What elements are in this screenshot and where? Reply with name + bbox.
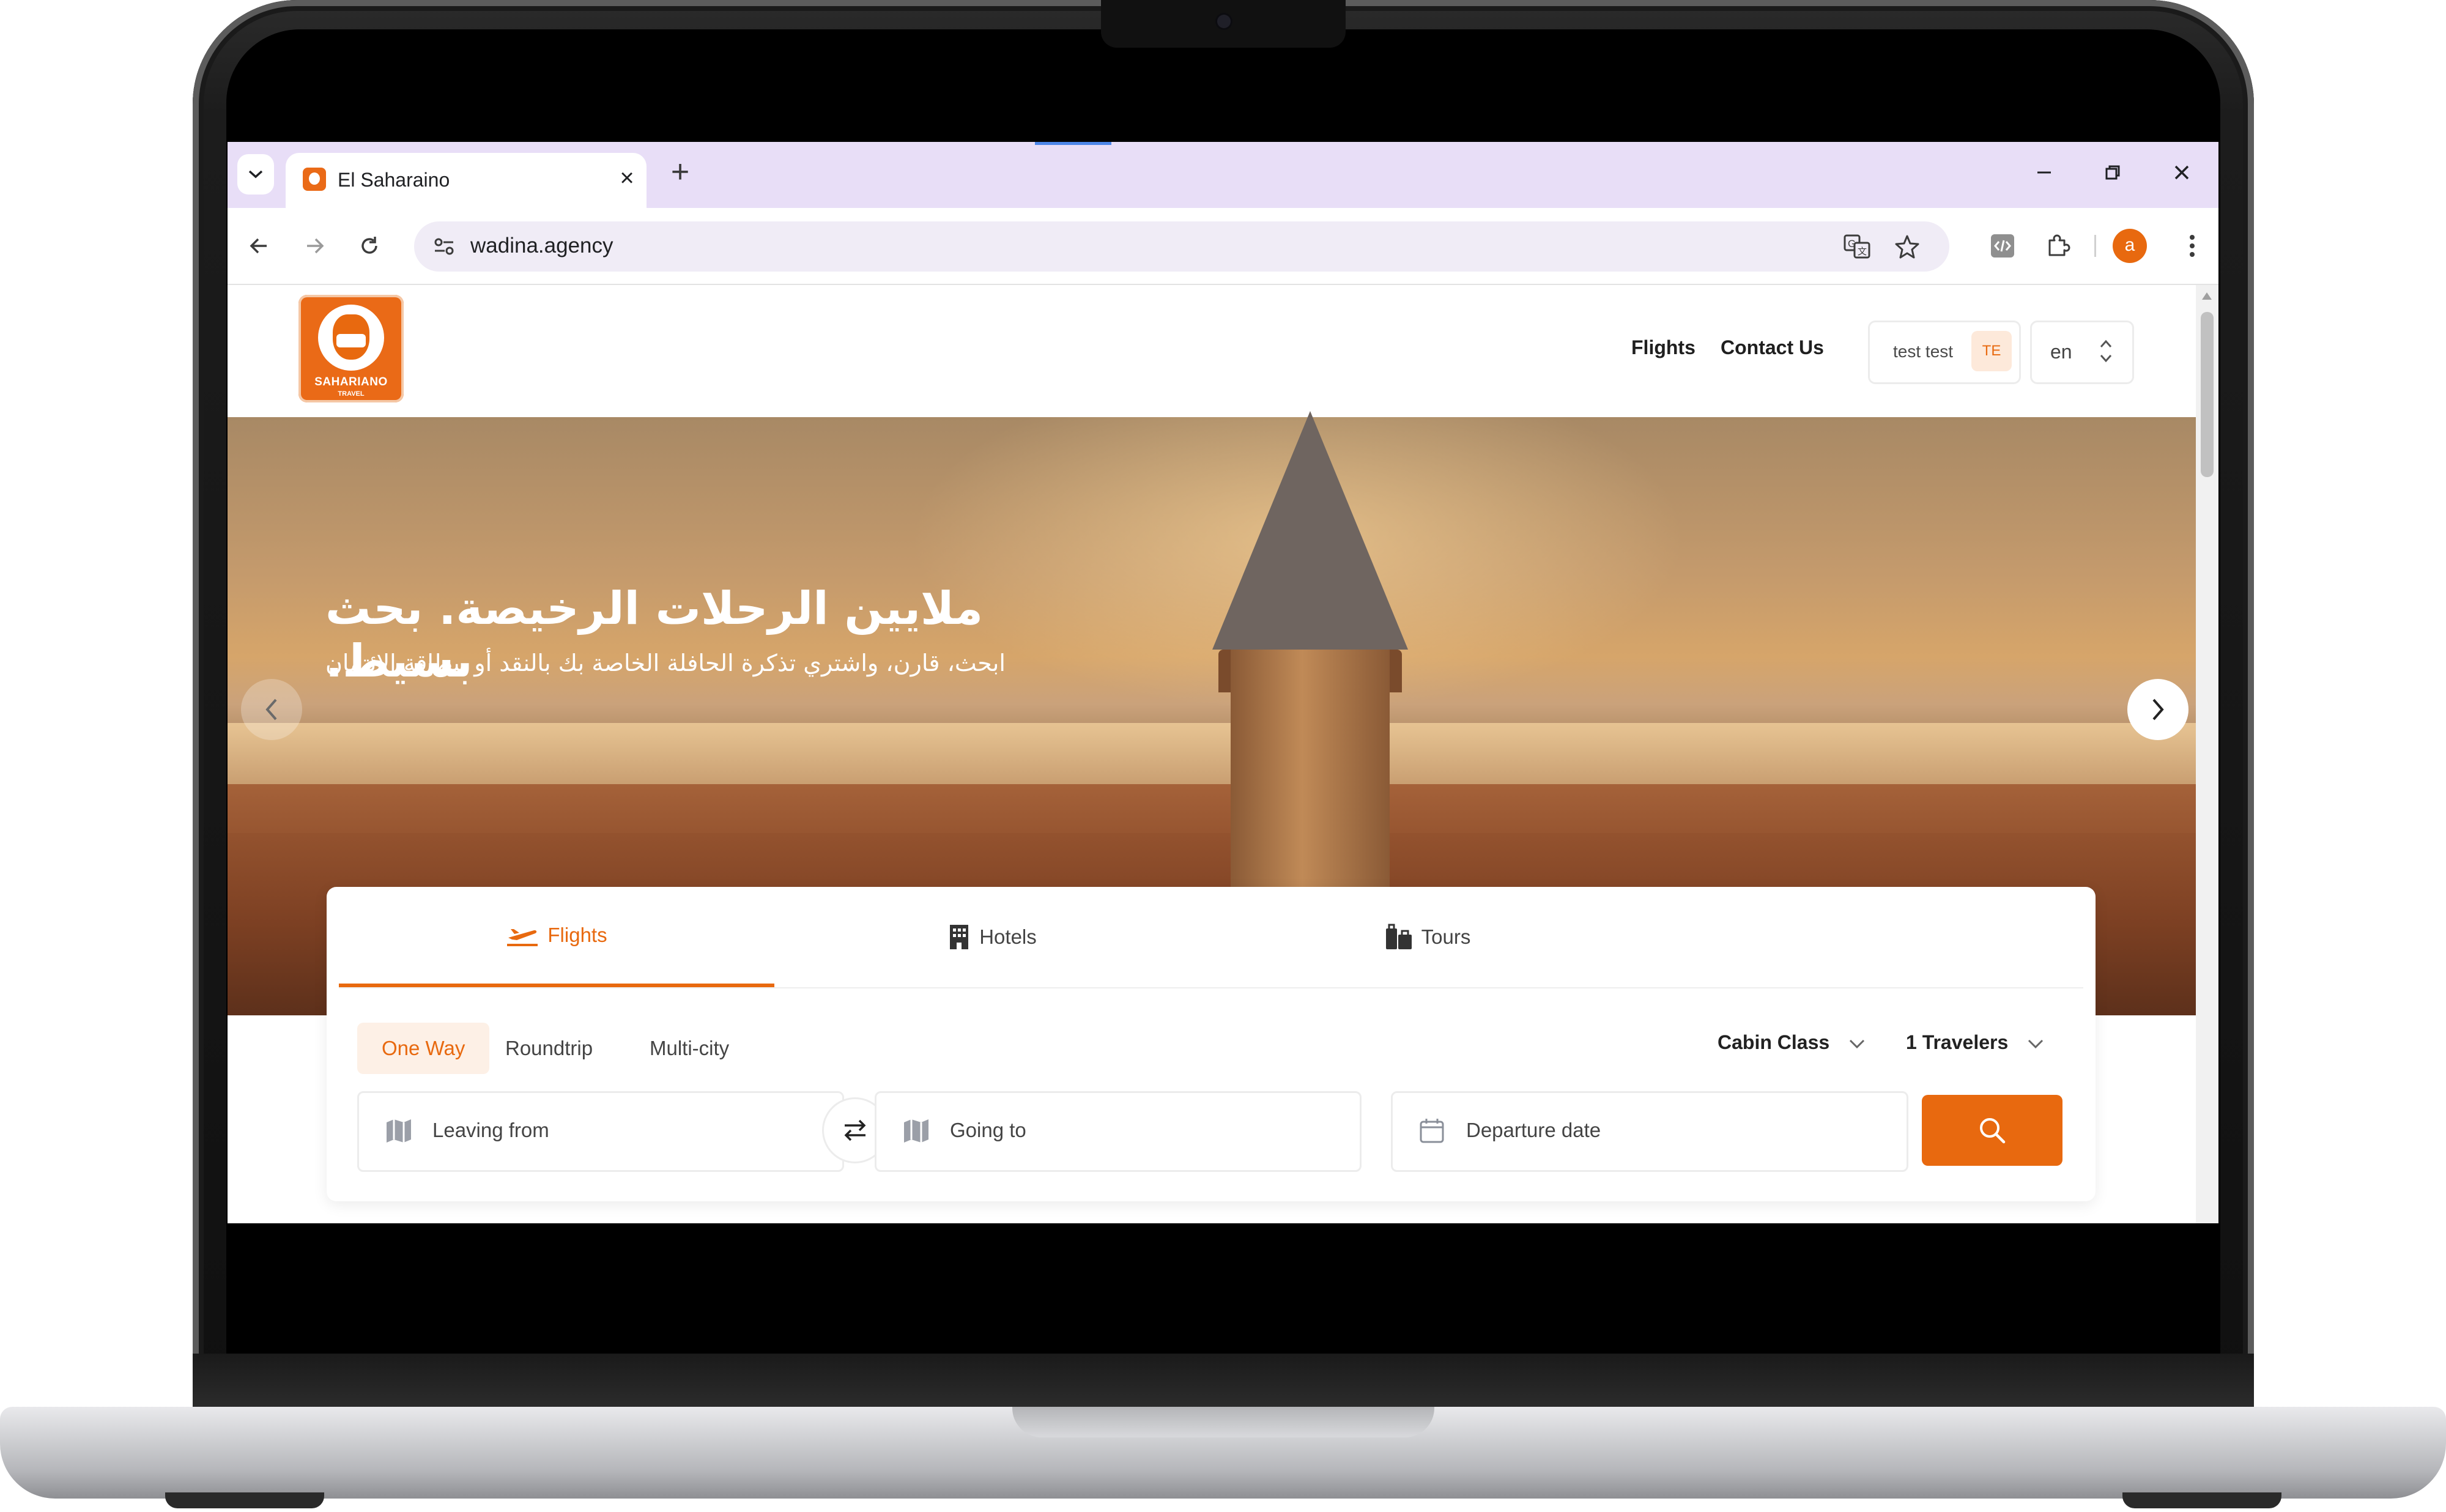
logo-subtext: TRAVEL [338, 390, 365, 398]
swap-arrows-icon [844, 1119, 866, 1141]
url-text: wadina.agency [470, 234, 613, 258]
tab-title: El Saharaino [338, 169, 450, 191]
profile-avatar[interactable]: a [2113, 229, 2147, 263]
arrow-right-icon [307, 238, 324, 254]
carousel-next-button[interactable] [2127, 679, 2188, 740]
logo-text: SAHARIANO [314, 376, 388, 388]
travelers-dropdown[interactable]: 1 Travelers [1906, 1031, 2044, 1054]
trip-one-way[interactable]: One Way [357, 1023, 490, 1074]
luggage-icon [1385, 924, 1412, 949]
minimize-icon [2037, 171, 2051, 174]
cabin-class-dropdown[interactable]: Cabin Class [1718, 1031, 1866, 1054]
leaving-from-placeholder: Leaving from [432, 1119, 549, 1141]
select-arrows-icon [2100, 339, 2112, 363]
translate-icon[interactable]: G文 [1839, 229, 1875, 264]
chevron-down-icon [2028, 1039, 2044, 1048]
reload-button[interactable] [350, 226, 389, 265]
close-icon [2174, 165, 2189, 180]
trip-multi-city[interactable]: Multi-city [625, 1023, 754, 1074]
tab-hotels[interactable]: Hotels [774, 887, 1210, 987]
site-settings-icon[interactable] [426, 229, 462, 264]
building-icon [950, 925, 969, 949]
search-panel: Flights Hotels Tours One Way Roundtrip M… [327, 887, 2096, 1201]
browser-toolbar: wadina.agency G文 a [228, 208, 2218, 285]
chevron-left-icon [265, 699, 277, 721]
web-page: SAHARIANO TRAVEL Flights Contact Us test… [228, 285, 2196, 1223]
hero-subtitle: ابحث، قارن، واشتري تذكرة الحافلة الخاصة … [325, 650, 1006, 676]
restore-icon [2105, 165, 2120, 180]
minimize-button[interactable] [2020, 154, 2069, 191]
carousel-prev-button[interactable] [241, 679, 302, 740]
tab-flights-label: Flights [547, 924, 607, 946]
bookmark-star-icon[interactable] [1889, 229, 1925, 264]
reload-icon [361, 237, 377, 254]
leaving-from-field[interactable]: Leaving from [357, 1091, 844, 1172]
tab-close-icon[interactable]: × [613, 164, 641, 192]
logo-emblem-icon [318, 305, 384, 371]
plane-icon [507, 929, 538, 946]
tab-tours[interactable]: Tours [1210, 887, 1645, 987]
address-bar[interactable]: wadina.agency G文 [414, 221, 1949, 272]
devtools-extension-icon[interactable] [1983, 226, 2022, 265]
cabin-class-label: Cabin Class [1718, 1031, 1830, 1053]
camera-icon [1217, 15, 1231, 28]
language-value: en [2050, 341, 2072, 363]
screen: El Saharaino × + wadina.agency G 文 a SAH… [228, 142, 2218, 1223]
tab-search-button[interactable] [237, 154, 274, 195]
language-select[interactable]: en [2030, 321, 2134, 384]
search-tabs: Flights Hotels Tours [339, 887, 2083, 988]
laptop-hinge [193, 1354, 2254, 1409]
svg-text:文: 文 [1858, 246, 1867, 257]
tab-flights[interactable]: Flights [339, 887, 774, 987]
laptop-foot-left [165, 1492, 324, 1508]
laptop-opening-notch [1012, 1407, 1434, 1437]
laptop-foot-right [2122, 1492, 2281, 1508]
departure-date-field[interactable]: Departure date [1391, 1091, 1908, 1172]
search-icon [1980, 1118, 2006, 1144]
tower-roof [1212, 411, 1408, 650]
scroll-up-icon[interactable] [2202, 292, 2212, 300]
chevron-right-icon [2152, 699, 2164, 721]
user-initials-badge: TE [1971, 331, 2012, 371]
search-button[interactable] [1922, 1095, 2062, 1166]
page-scrollbar[interactable] [2196, 285, 2218, 1223]
user-name: test test [1893, 342, 1954, 361]
nav-flights-link[interactable]: Flights [1631, 336, 1696, 359]
arrow-left-icon [250, 238, 267, 254]
camera-notch [1101, 0, 1346, 48]
back-button[interactable] [240, 226, 279, 265]
chevron-down-icon [248, 170, 263, 179]
map-icon [387, 1119, 411, 1143]
departure-date-placeholder: Departure date [1466, 1119, 1601, 1141]
going-to-placeholder: Going to [950, 1119, 1026, 1141]
browser-tab-active[interactable]: El Saharaino × [286, 153, 647, 208]
chevron-down-icon [1850, 1039, 1865, 1048]
tab-hotels-label: Hotels [979, 925, 1037, 948]
kebab-menu-icon[interactable] [2173, 226, 2212, 265]
calendar-icon [1420, 1119, 1444, 1143]
site-favicon-icon [303, 168, 326, 191]
user-menu[interactable]: test test TE [1868, 321, 2021, 384]
new-tab-button[interactable]: + [662, 154, 699, 191]
loading-indicator [1035, 142, 1111, 145]
close-window-button[interactable] [2157, 154, 2206, 191]
scroll-thumb[interactable] [2201, 312, 2214, 477]
travelers-label: 1 Travelers [1906, 1031, 2009, 1053]
tab-tours-label: Tours [1421, 925, 1471, 948]
going-to-field[interactable]: Going to [875, 1091, 1362, 1172]
browser-tabstrip: El Saharaino × + [228, 142, 2218, 208]
toolbar-divider [2094, 235, 2096, 257]
extensions-puzzle-icon[interactable] [2039, 226, 2078, 265]
restore-button[interactable] [2088, 154, 2137, 191]
trip-roundtrip[interactable]: Roundtrip [481, 1023, 617, 1074]
forward-button[interactable] [295, 226, 334, 265]
map-icon [904, 1119, 928, 1143]
site-logo[interactable]: SAHARIANO TRAVEL [298, 295, 404, 402]
nav-contact-link[interactable]: Contact Us [1721, 336, 1824, 359]
